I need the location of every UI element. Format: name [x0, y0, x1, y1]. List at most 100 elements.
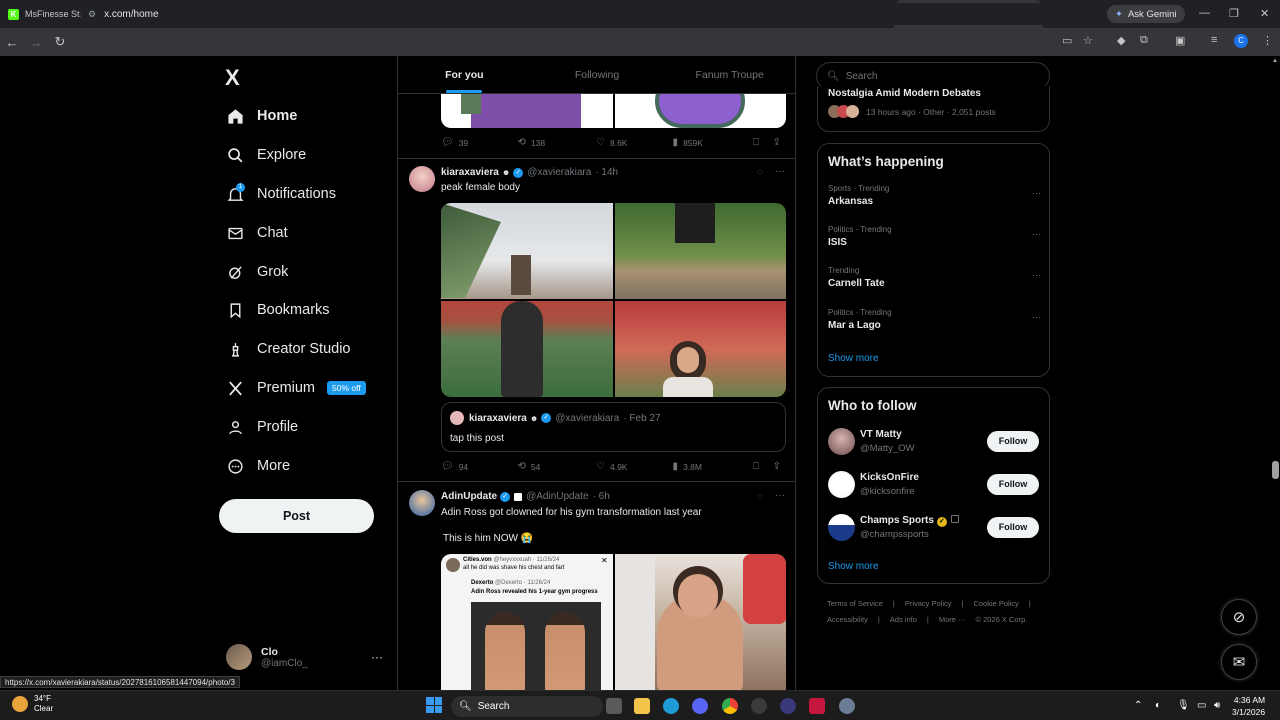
- trend-item[interactable]: Politics · Trending Mar a Lago ···: [828, 308, 1041, 331]
- adobe-icon[interactable]: [809, 698, 825, 714]
- settings-icon[interactable]: [839, 698, 855, 714]
- avatar[interactable]: [409, 166, 435, 192]
- post-media-grid[interactable]: Cities.von @heyvxxxuah · 11/26/24 all he…: [441, 554, 786, 690]
- chrome-menu-icon[interactable]: ⋮: [1262, 34, 1273, 47]
- post-button[interactable]: Post: [219, 499, 374, 533]
- address-bar[interactable]: ⚙ x.com/home: [80, 3, 1105, 25]
- app-icon[interactable]: [780, 698, 796, 714]
- footer-link[interactable]: Accessibility: [827, 615, 868, 624]
- previous-post-media[interactable]: [441, 94, 786, 128]
- post-more-icon[interactable]: ···: [775, 490, 785, 501]
- ask-gemini-button[interactable]: ✦ Ask Gemini: [1107, 5, 1185, 23]
- bookmark-button[interactable]: ⎕: [753, 137, 773, 148]
- trend-item[interactable]: Sports · Trending Arkansas ···: [828, 184, 1041, 207]
- repost-button[interactable]: ⟲ 54: [518, 461, 596, 472]
- show-more-trends-link[interactable]: Show more: [828, 353, 879, 364]
- sidebar-item-grok[interactable]: Grok: [226, 259, 288, 285]
- share-button[interactable]: ⇪: [773, 137, 786, 148]
- tab-for-you[interactable]: For you: [398, 56, 531, 93]
- quoted-post[interactable]: kiaraxaviera ☻ ✓ @xavierakiara · Feb 27 …: [441, 402, 786, 452]
- close-window-icon[interactable]: ✕: [1260, 7, 1269, 20]
- taskbar-clock[interactable]: 4:36 AM 3/1/2026: [1232, 694, 1265, 718]
- like-button[interactable]: ♡ 8.6K: [596, 137, 673, 148]
- volume-icon[interactable]: 🔊︎: [1214, 700, 1220, 711]
- photo-2[interactable]: [614, 554, 786, 690]
- maximize-icon[interactable]: ❐: [1229, 7, 1239, 20]
- follow-name[interactable]: KicksOnFire: [860, 472, 919, 483]
- sidebar-item-bookmarks[interactable]: Bookmarks: [226, 297, 330, 323]
- tray-overflow-icon[interactable]: ⌃: [1134, 700, 1142, 711]
- photo-2[interactable]: [614, 203, 786, 299]
- tray-app-icon[interactable]: ◐: [1155, 700, 1161, 711]
- follow-suggestion[interactable]: KicksOnFire @kicksonfire Follow: [828, 471, 1041, 501]
- post-author-handle[interactable]: @AdinUpdate: [526, 491, 588, 502]
- extension-icon[interactable]: ◆: [1117, 34, 1125, 47]
- avatar[interactable]: [828, 471, 855, 498]
- weather-widget[interactable]: 34°F Clear: [12, 694, 53, 714]
- account-switcher[interactable]: Clo @iamClo_: [226, 644, 308, 670]
- photo-1[interactable]: [441, 203, 613, 299]
- obs-icon[interactable]: [751, 698, 767, 714]
- tab-following[interactable]: Following: [531, 56, 664, 93]
- follow-suggestion[interactable]: Champs Sports ✓ @champssports Follow: [828, 514, 1041, 544]
- post-author-name[interactable]: kiaraxaviera: [441, 167, 499, 178]
- views-button[interactable]: ▮ 3.8M: [673, 461, 753, 472]
- post-media-grid[interactable]: [441, 203, 786, 397]
- x-logo[interactable]: X: [225, 65, 240, 91]
- scroll-up-icon[interactable]: ▲: [1272, 58, 1278, 64]
- photo-4[interactable]: [614, 301, 786, 397]
- trend-more-icon[interactable]: ···: [1032, 312, 1041, 322]
- post-more-icon[interactable]: ···: [775, 166, 785, 177]
- sidebar-item-premium[interactable]: Premium 50% off: [226, 375, 366, 401]
- show-more-follow-link[interactable]: Show more: [828, 561, 879, 572]
- minimize-icon[interactable]: —: [1199, 7, 1210, 19]
- post-time[interactable]: · 6h: [593, 491, 610, 502]
- grok-post-icon[interactable]: ◌: [757, 491, 763, 502]
- microphone-icon[interactable]: 🎙︎: [1177, 700, 1190, 711]
- views-button[interactable]: ▮ 859K: [673, 137, 753, 148]
- sidebar-item-explore[interactable]: Explore: [226, 142, 306, 168]
- follow-name[interactable]: VT Matty: [860, 429, 902, 440]
- bookmark-button[interactable]: ⎕: [753, 461, 773, 472]
- site-info-icon[interactable]: ⚙: [88, 9, 96, 20]
- bookmark-star-icon[interactable]: ☆: [1083, 34, 1093, 47]
- follow-button[interactable]: Follow: [987, 474, 1039, 495]
- taskbar-search[interactable]: 🔍︎ Search: [451, 696, 603, 717]
- footer-link[interactable]: Privacy Policy: [905, 599, 952, 608]
- back-icon[interactable]: ←: [0, 35, 24, 50]
- grok-fab-icon[interactable]: ⊘: [1221, 599, 1257, 635]
- chrome-icon[interactable]: [722, 698, 738, 714]
- side-panel-icon[interactable]: ▣: [1175, 34, 1185, 47]
- photo-3[interactable]: [441, 301, 613, 397]
- footer-link[interactable]: Ads info: [890, 615, 917, 624]
- footer-link[interactable]: © 2026 X Corp.: [976, 615, 1028, 624]
- sidebar-item-creator-studio[interactable]: Creator Studio: [226, 336, 351, 362]
- follow-suggestion[interactable]: VT Matty @Matty_OW Follow: [828, 428, 1041, 458]
- sidebar-item-notifications[interactable]: 1 Notifications: [226, 181, 336, 207]
- media-controls-icon[interactable]: ≡: [1211, 34, 1217, 46]
- repost-button[interactable]: ⟲ 138: [518, 137, 596, 148]
- page-scrollbar[interactable]: ▲: [1271, 56, 1280, 690]
- tab-fanum-troupe[interactable]: Fanum Troupe: [663, 56, 795, 93]
- like-button[interactable]: ♡ 4.9K: [596, 461, 673, 472]
- follow-name[interactable]: Champs Sports ✓: [860, 515, 959, 527]
- explore-card[interactable]: Nostalgia Amid Modern Debates 13 hours a…: [817, 86, 1050, 132]
- trend-item[interactable]: Trending Carnell Tate ···: [828, 266, 1041, 289]
- avatar[interactable]: [828, 514, 855, 541]
- avatar[interactable]: [409, 490, 435, 516]
- trend-more-icon[interactable]: ···: [1032, 188, 1041, 198]
- avatar[interactable]: [828, 428, 855, 455]
- account-menu-icon[interactable]: ···: [371, 650, 383, 664]
- sidebar-item-home[interactable]: Home: [226, 103, 297, 129]
- extensions-puzzle-icon[interactable]: ⧉: [1140, 34, 1148, 47]
- scrollbar-thumb[interactable]: [1272, 461, 1279, 479]
- footer-link[interactable]: Cookie Policy: [973, 599, 1018, 608]
- trend-item[interactable]: Politics · Trending ISIS ···: [828, 225, 1041, 248]
- sidebar-item-more[interactable]: More: [226, 453, 290, 479]
- reload-icon[interactable]: ↻: [48, 34, 72, 50]
- grok-post-icon[interactable]: ◌: [757, 167, 763, 178]
- trend-more-icon[interactable]: ···: [1032, 229, 1041, 239]
- install-app-icon[interactable]: ▭: [1062, 34, 1072, 47]
- sidebar-item-chat[interactable]: Chat: [226, 220, 288, 246]
- trend-more-icon[interactable]: ···: [1032, 270, 1041, 280]
